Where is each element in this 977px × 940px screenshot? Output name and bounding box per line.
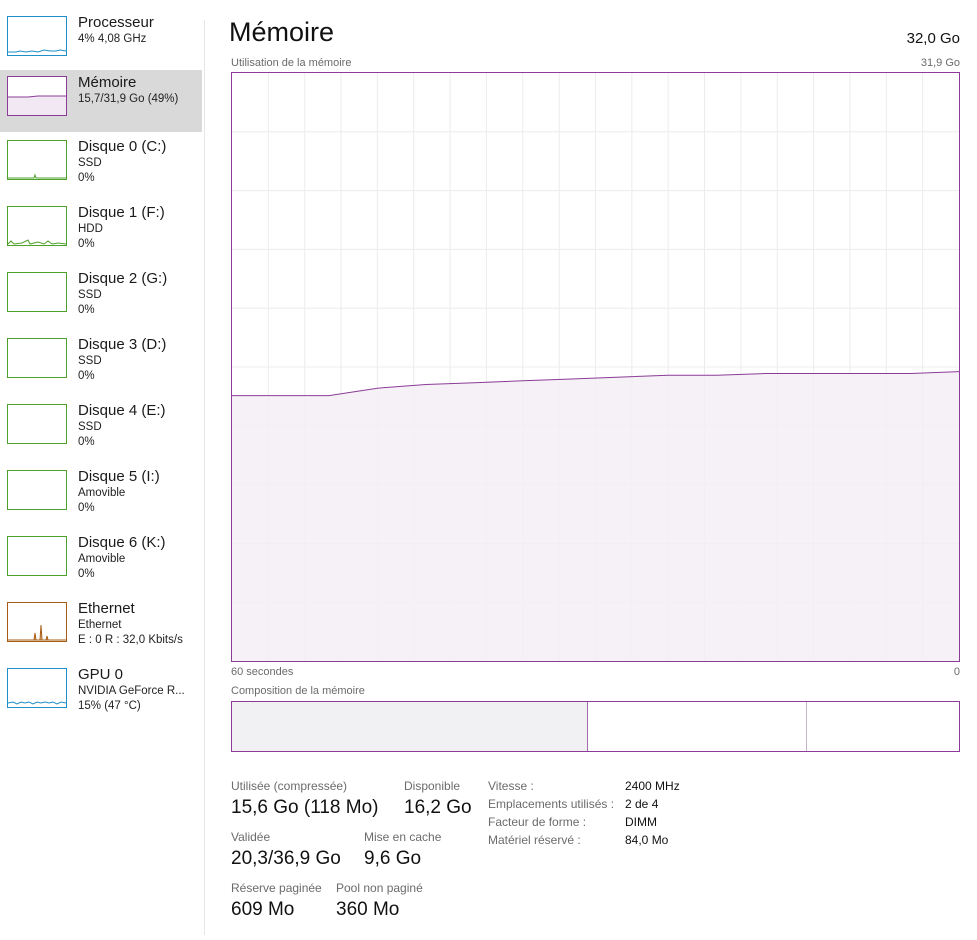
available-value: 16,2 Go [404,797,472,818]
available-label: Disponible [404,779,461,793]
memory-graph-icon [7,76,67,116]
total-memory: 32,0 Go [906,30,960,47]
sidebar-item-title: Processeur [78,14,154,31]
cached-label: Mise en cache [364,830,442,844]
disk-graph-icon [7,272,67,312]
disk-graph-icon [7,140,67,180]
sidebar-item-usage: 0% [78,304,95,316]
reserved-label: Matériel réservé : [488,833,581,847]
time-axis-end: 0 [953,666,960,678]
sidebar-item-title: Disque 5 (I:) [78,468,160,485]
sidebar-item-title: Disque 4 (E:) [78,402,166,419]
disk-graph-icon [7,206,67,246]
sidebar-item-type: Amovible [78,553,126,565]
sidebar-item-title: Ethernet [78,600,135,617]
sidebar-item-usage: 0% [78,370,95,382]
resource-sidebar: Processeur 4% 4,08 GHz Mémoire 15,7/31,9… [0,0,202,940]
nonpaged-pool-label: Pool non paginé [336,881,423,895]
sidebar-divider [204,20,205,935]
memory-usage-chart [232,73,959,661]
sidebar-item-processeur[interactable]: Processeur 4% 4,08 GHz [0,10,202,72]
composition-label: Composition de la mémoire [231,685,365,697]
sidebar-item-type: SSD [78,157,102,169]
reserved-value: 84,0 Mo [625,833,669,847]
sidebar-item-usage: 0% [78,568,95,580]
cpu-graph-icon [7,16,67,56]
speed-label: Vitesse : [488,779,534,793]
ethernet-graph-icon [7,602,67,642]
sidebar-item-title: Disque 2 (G:) [78,270,168,287]
sidebar-item-title: Mémoire [78,74,137,91]
sidebar-item-usage: 0% [78,502,95,514]
sidebar-item-type: SSD [78,355,102,367]
sidebar-item-title: Disque 0 (C:) [78,138,167,155]
cached-value: 9,6 Go [364,848,422,869]
graph-label: Utilisation de la mémoire [231,57,352,69]
form-factor-label: Facteur de forme : [488,815,587,829]
memory-composition-bar [231,701,960,752]
composition-standby [806,702,807,751]
sidebar-item-title: Disque 6 (K:) [78,534,166,551]
disk-graph-icon [7,470,67,510]
used-label: Utilisée (compressée) [231,779,348,793]
sidebar-item-gpu-0[interactable]: GPU 0 NVIDIA GeForce R... 15% (47 °C) [0,662,202,724]
slots-value: 2 de 4 [625,797,659,811]
sidebar-item-title: Disque 1 (F:) [78,204,165,221]
committed-label: Validée [231,830,271,844]
speed-value: 2400 MHz [625,779,680,793]
sidebar-item-throughput: E : 0 R : 32,0 Kbits/s [78,634,183,646]
sidebar-item-memoire[interactable]: Mémoire 15,7/31,9 Go (49%) [0,70,202,132]
time-axis-start: 60 secondes [231,666,294,678]
sidebar-item-title: GPU 0 [78,666,124,683]
sidebar-item-detail: 4% 4,08 GHz [78,33,147,45]
sidebar-item-type: Ethernet [78,619,122,631]
paged-pool-label: Réserve paginée [231,881,322,895]
sidebar-item-disque-1[interactable]: Disque 1 (F:) HDD 0% [0,200,202,262]
sidebar-item-usage: 0% [78,238,95,250]
memory-usage-graph [231,72,960,662]
page-title: Mémoire [229,17,335,47]
sidebar-item-disque-6[interactable]: Disque 6 (K:) Amovible 0% [0,530,202,592]
memory-usage-area [232,371,959,661]
sidebar-item-type: HDD [78,223,103,235]
sidebar-item-usage: 15% (47 °C) [78,700,141,712]
sidebar-item-disque-0[interactable]: Disque 0 (C:) SSD 0% [0,134,202,196]
sidebar-item-type: SSD [78,421,102,433]
graph-max-label: 31,9 Go [920,57,960,69]
sidebar-item-usage: 0% [78,172,95,184]
paged-pool-value: 609 Mo [231,899,295,920]
sidebar-item-disque-3[interactable]: Disque 3 (D:) SSD 0% [0,332,202,394]
nonpaged-pool-value: 360 Mo [336,899,400,920]
sidebar-item-title: Disque 3 (D:) [78,336,167,353]
sidebar-item-disque-2[interactable]: Disque 2 (G:) SSD 0% [0,266,202,328]
committed-value: 20,3/36,9 Go [231,848,341,869]
sidebar-item-disque-5[interactable]: Disque 5 (I:) Amovible 0% [0,464,202,526]
used-value: 15,6 Go (118 Mo) [231,797,379,818]
composition-in-use [232,702,588,751]
disk-graph-icon [7,338,67,378]
sidebar-item-detail: 15,7/31,9 Go (49%) [78,93,179,105]
disk-graph-icon [7,536,67,576]
sidebar-item-ethernet[interactable]: Ethernet Ethernet E : 0 R : 32,0 Kbits/s [0,596,202,658]
sidebar-item-type: SSD [78,289,102,301]
sidebar-item-usage: 0% [78,436,95,448]
disk-graph-icon [7,404,67,444]
slots-label: Emplacements utilisés : [488,797,615,811]
gpu-graph-icon [7,668,67,708]
sidebar-item-type: Amovible [78,487,126,499]
sidebar-item-disque-4[interactable]: Disque 4 (E:) SSD 0% [0,398,202,460]
sidebar-item-model: NVIDIA GeForce R... [78,685,185,697]
form-factor-value: DIMM [625,815,657,829]
